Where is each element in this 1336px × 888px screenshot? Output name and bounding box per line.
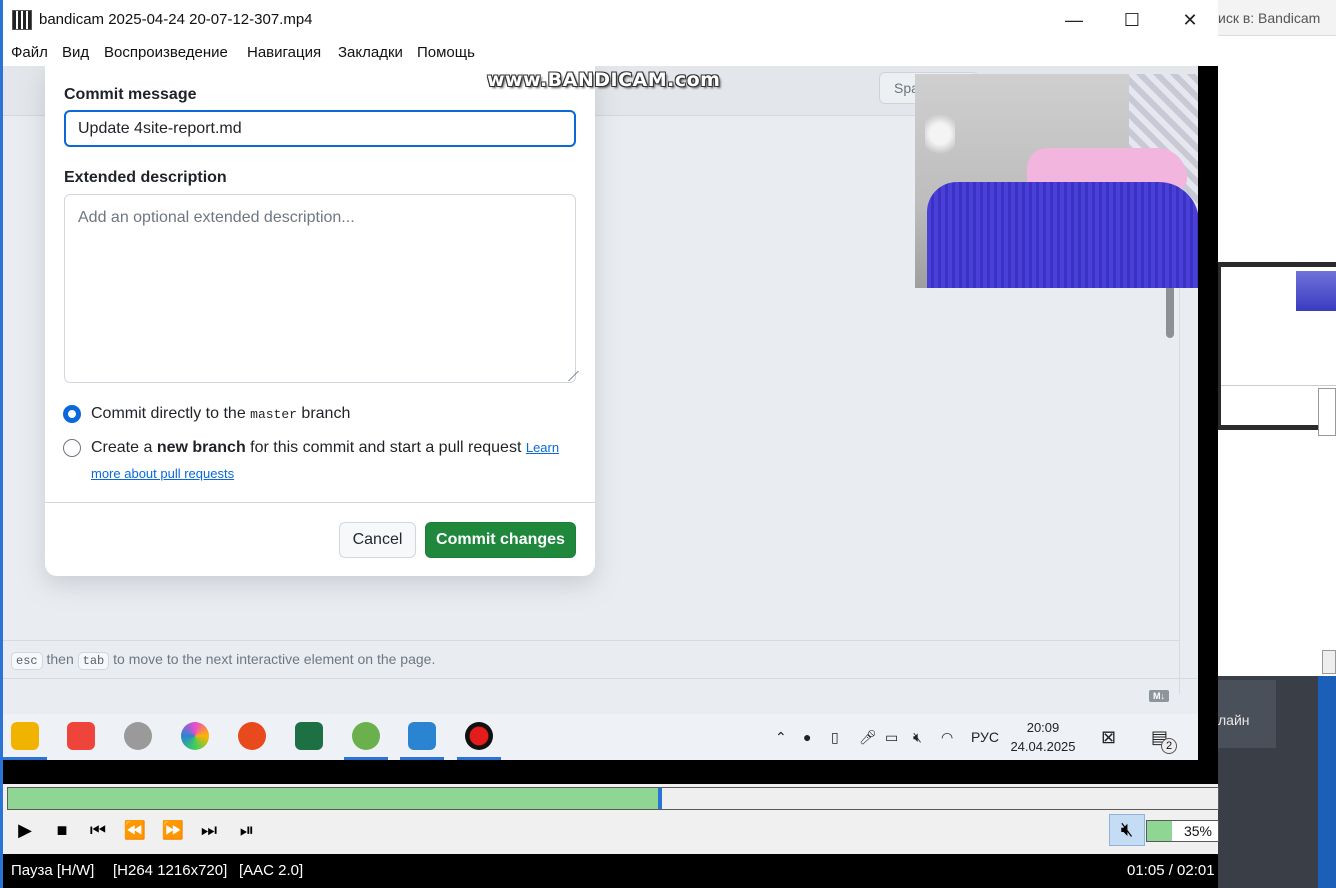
commit-direct-text: Commit directly to the master branch <box>91 404 350 425</box>
pull-requests-link[interactable]: more about pull requests <box>91 465 234 483</box>
skip-to-start-icon[interactable]: ⏮ <box>83 818 113 842</box>
clock-time: 20:09 <box>1026 720 1060 735</box>
esc-key: esc <box>11 652 43 670</box>
background-divider <box>1221 385 1336 386</box>
color-wheel-icon[interactable] <box>181 722 209 750</box>
background-search-box: иск в: Bandicam <box>1216 0 1336 36</box>
background-chip: лайн <box>1216 680 1276 748</box>
commit-direct-text-pre: Commit directly to the <box>91 405 251 422</box>
menu-navigation[interactable]: Навигация <box>247 40 321 66</box>
wps-office-icon[interactable] <box>238 722 266 750</box>
maximize-button[interactable]: ☐ <box>1103 0 1161 40</box>
notification-count: 2 <box>1161 738 1177 754</box>
utorrent-icon[interactable] <box>352 722 380 750</box>
video-bottom-bar <box>3 760 1218 784</box>
background-blue-strip <box>1318 676 1336 888</box>
status-mode: Пауза [H/W] <box>11 862 95 879</box>
extended-description-textarea[interactable] <box>64 194 576 383</box>
new-branch-radio[interactable] <box>63 439 81 457</box>
desktop-icon[interactable]: ⊠ <box>1101 714 1116 760</box>
markdown-icon: M↓ <box>1149 690 1169 702</box>
file-explorer-icon[interactable] <box>11 722 39 750</box>
vscode-icon[interactable] <box>408 722 436 750</box>
letterbox <box>1198 66 1218 760</box>
stop-icon[interactable]: ■ <box>47 818 77 842</box>
status-video-codec: [H264 1216x720] <box>113 862 228 879</box>
close-button[interactable]: ✕ <box>1161 0 1219 40</box>
frame-step-icon[interactable]: ⏯ <box>232 818 262 842</box>
menu-playback[interactable]: Воспроизведение <box>104 40 228 66</box>
language-indicator[interactable]: РУС <box>971 714 999 760</box>
hint-divider-bottom <box>3 678 1198 679</box>
dialog-divider <box>45 502 595 503</box>
branch-name: master <box>250 407 297 422</box>
commit-message-label: Commit message <box>64 86 197 103</box>
menu-bar: Файл Вид Воспроизведение Навигация Закла… <box>3 40 1218 66</box>
play-icon[interactable]: ▶ <box>10 818 40 842</box>
new-branch-text-post: for this commit and start a pull request <box>245 439 526 456</box>
volume-percent: 35% <box>1183 823 1212 839</box>
microphone-icon[interactable]: 🎤︎ <box>859 714 877 760</box>
skip-to-end-icon[interactable]: ⏭ <box>194 818 224 842</box>
commit-dialog: Commit message Extended description Comm… <box>45 66 595 576</box>
hint-divider-top <box>3 640 1179 641</box>
battery-icon[interactable]: ▭ <box>885 714 898 760</box>
cancel-button[interactable]: Cancel <box>339 522 416 558</box>
webcam-overlay <box>915 74 1199 288</box>
taskbar: ⌃ ● ▯ 🎤︎ ▭ 🔇︎ ◠ РУС 20:09 24.04.2025 ⊠ ▤… <box>3 714 1198 760</box>
fast-forward-icon[interactable]: ⏩ <box>158 818 188 842</box>
status-bar: Пауза [H/W] [H264 1216x720] [AAC 2.0] 01… <box>3 854 1218 888</box>
background-edge-handle <box>1322 650 1336 674</box>
hint-text: to move to the next interactive element … <box>113 651 436 667</box>
background-edge-icon <box>1318 388 1336 436</box>
wifi-icon[interactable]: ◠ <box>941 714 953 760</box>
new-branch-bold: new branch <box>156 439 246 456</box>
app-icon[interactable] <box>124 722 152 750</box>
bandicam-record-icon[interactable] <box>465 722 493 750</box>
playback-time: 01:05 / 02:01 <box>1127 862 1215 879</box>
new-branch-text-pre: Create a <box>91 439 157 456</box>
anydesk-icon[interactable] <box>67 722 95 750</box>
menu-view[interactable]: Вид <box>62 40 89 66</box>
menu-bookmarks[interactable]: Закладки <box>338 40 403 66</box>
learn-link[interactable]: Learn <box>526 440 559 455</box>
background-dark-panel: лайн <box>1216 676 1336 888</box>
window-title: bandicam 2025-04-24 20-07-12-307.mp4 <box>39 11 313 28</box>
commit-message-input[interactable] <box>64 110 576 147</box>
volume-slider[interactable]: 35% <box>1146 820 1219 842</box>
status-audio-codec: [AAC 2.0] <box>239 862 304 879</box>
commit-direct-text-post: branch <box>296 405 351 422</box>
title-bar[interactable]: bandicam 2025-04-24 20-07-12-307.mp4 — ☐… <box>3 0 1218 40</box>
keyboard-hint: esc then tab to move to the next interac… <box>11 651 435 670</box>
commit-changes-button[interactable]: Commit changes <box>425 522 576 558</box>
hint-then: then <box>46 651 74 667</box>
player-window: bandicam 2025-04-24 20-07-12-307.mp4 — ☐… <box>0 0 1219 888</box>
mute-speaker-icon[interactable]: 🔇︎ <box>1109 814 1145 846</box>
menu-help[interactable]: Помощь <box>417 40 475 66</box>
background-thumbnail <box>1296 271 1336 311</box>
tray-device-icon[interactable]: ▯ <box>831 714 839 760</box>
rewind-icon[interactable]: ⏪ <box>120 818 150 842</box>
film-clapper-icon <box>12 10 32 30</box>
chevron-up-icon[interactable]: ⌃ <box>775 714 787 760</box>
excel-icon[interactable] <box>295 722 323 750</box>
seek-bar[interactable] <box>7 787 1219 810</box>
webcam-lamp <box>925 104 955 164</box>
clock-date: 24.04.2025 <box>1010 739 1076 754</box>
extended-description-label: Extended description <box>64 169 227 186</box>
bandicam-watermark: www.BANDICAM.com <box>487 69 721 91</box>
new-branch-text: Create a new branch for this commit and … <box>91 438 559 458</box>
taskbar-clock[interactable]: 20:09 24.04.2025 <box>1005 718 1081 756</box>
tray-app-icon[interactable]: ● <box>803 714 811 760</box>
menu-file[interactable]: Файл <box>11 40 48 66</box>
video-frame: Spa Commit message Extended description … <box>3 66 1218 760</box>
tab-key: tab <box>77 652 110 670</box>
seek-handle[interactable] <box>657 788 662 809</box>
webcam-blanket <box>927 182 1199 288</box>
seek-progress <box>8 788 658 809</box>
speaker-muted-icon[interactable]: 🔇︎ <box>913 714 922 760</box>
commit-direct-radio[interactable] <box>63 405 81 423</box>
minimize-button[interactable]: — <box>1045 0 1103 40</box>
